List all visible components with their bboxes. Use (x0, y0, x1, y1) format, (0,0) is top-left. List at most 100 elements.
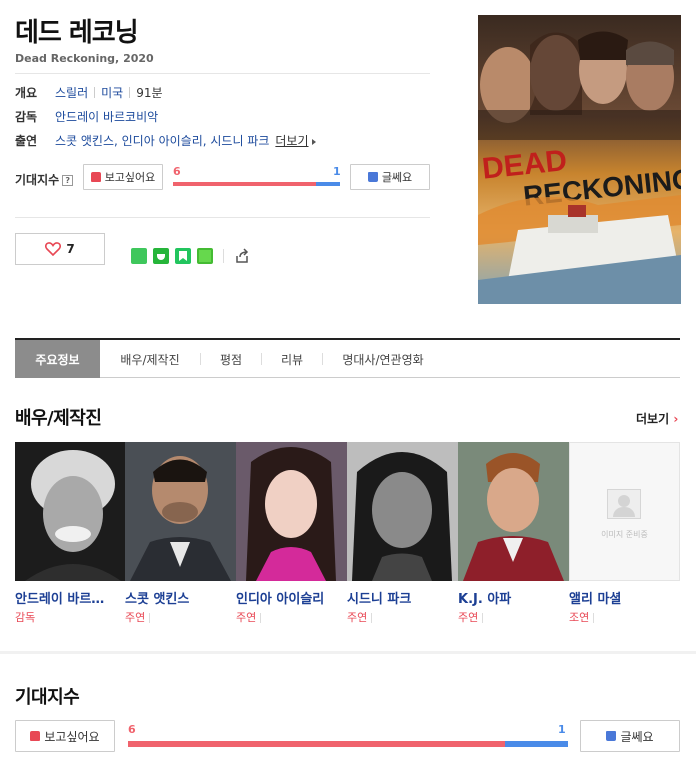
want-bar (173, 182, 317, 186)
meh-bar (505, 741, 568, 747)
cast-name-6[interactable]: 앨리 마셜 (569, 588, 677, 607)
cast-photo-5[interactable] (458, 442, 569, 581)
cast-role-1: 감독 (15, 609, 35, 625)
movie-original-title: Dead Reckoning, 2020 (15, 52, 154, 65)
cast-role-3: 주연 (236, 609, 262, 625)
want-bar (128, 741, 506, 747)
like-button[interactable]: 7 (15, 233, 105, 265)
section-divider (0, 651, 696, 654)
movie-poster[interactable]: DEAD RECKONING (478, 15, 681, 304)
chevron-right-icon: › (673, 412, 679, 426)
thumbs-up-icon (90, 172, 101, 182)
memo-icon[interactable] (197, 248, 213, 264)
overview-row: 개요 스릴러 미국 91분 (15, 84, 163, 101)
divider (149, 613, 151, 623)
triangle-right-icon (311, 138, 316, 145)
divider (129, 87, 131, 98)
placeholder-image-icon (607, 489, 641, 519)
thumbs-down-icon (367, 172, 378, 182)
expectation-bar (173, 182, 340, 186)
cast-photo-3[interactable] (236, 442, 347, 581)
share-icons (131, 248, 250, 264)
placeholder-body-shape (613, 507, 635, 517)
person-photo (15, 442, 125, 581)
cast-more-text: 더보기 (275, 134, 309, 148)
expectation-label: 기대지수 (15, 173, 60, 187)
help-icon[interactable]: ? (62, 175, 74, 186)
want-to-see-label: 보고싶어요 (44, 729, 100, 744)
cast-links[interactable]: 스콧 앳킨스, 인디아 아이슬리, 시드니 파크 (55, 132, 269, 149)
divider (223, 249, 224, 263)
cast-role-text: 주연 (458, 611, 479, 624)
overview-label: 개요 (15, 86, 38, 100)
cast-role-5: 주연 (458, 609, 484, 625)
thumbs-up-icon (30, 731, 41, 741)
tab-cast-crew[interactable]: 배우/제작진 (100, 340, 200, 378)
no-image-text: 이미지 준비중 (601, 530, 648, 539)
want-to-see-label: 보고싶어요 (104, 171, 156, 184)
cast-photo-4[interactable] (347, 442, 458, 581)
meh-button-large[interactable]: 글쎄요 (580, 720, 680, 752)
director-link[interactable]: 안드레이 바르코비악 (55, 108, 158, 125)
person-photo (458, 442, 569, 581)
director-label: 감독 (15, 110, 38, 124)
cast-role-text: 주연 (125, 611, 146, 624)
cast-role-text: 조연 (569, 611, 590, 624)
want-count: 6 (173, 165, 181, 178)
band-icon[interactable] (131, 248, 147, 264)
release-year: 2020 (123, 52, 154, 65)
expectation-label-wrap: 기대지수? (15, 171, 74, 188)
person-photo (125, 442, 236, 581)
divider (371, 613, 373, 623)
country-link[interactable]: 미국 (101, 84, 123, 101)
blog-icon[interactable] (175, 248, 191, 264)
cast-name-5[interactable]: K.J. 아파 (458, 588, 566, 607)
cast-section-more[interactable]: 더보기 › (636, 410, 678, 427)
tab-rating[interactable]: 평점 (201, 340, 261, 378)
cast-photo-2[interactable] (125, 442, 236, 581)
want-to-see-button[interactable]: 보고싶어요 (83, 164, 163, 190)
cast-section-more-text: 더보기 (636, 412, 670, 426)
share-icon[interactable] (234, 248, 250, 264)
person-photo (347, 442, 458, 581)
person-photo (236, 442, 347, 581)
meh-bar (316, 182, 340, 186)
director-row: 감독 안드레이 바르코비악 (15, 108, 158, 125)
tab-review[interactable]: 리뷰 (262, 340, 322, 378)
genre-link[interactable]: 스릴러 (55, 84, 88, 101)
cast-role-4: 주연 (347, 609, 373, 625)
cast-name-2[interactable]: 스콧 앳킨스 (125, 588, 233, 607)
cast-more-link[interactable]: 더보기 (275, 132, 316, 149)
divider (15, 217, 430, 218)
cast-photo-1[interactable] (15, 442, 125, 581)
cast-name-3[interactable]: 인디아 아이슬리 (236, 588, 344, 607)
divider (260, 613, 262, 623)
cast-role-2: 주연 (125, 609, 151, 625)
tab-main-info[interactable]: 주요정보 (15, 340, 100, 378)
cast-name-4[interactable]: 시드니 파크 (347, 588, 455, 607)
cast-role-6: 조연 (569, 609, 595, 625)
cafe-icon[interactable] (153, 248, 169, 264)
expectation-bar-large (128, 741, 568, 747)
cast-name-1[interactable]: 안드레이 바르… (15, 588, 123, 607)
meh-button[interactable]: 글쎄요 (350, 164, 430, 190)
meh-label: 글쎄요 (620, 729, 654, 744)
tab-bar: 주요정보 배우/제작진 평점 리뷰 명대사/연관영화 (15, 338, 680, 378)
heart-icon (45, 242, 62, 256)
cast-section-title: 배우/제작진 (15, 408, 102, 429)
divider (94, 87, 96, 98)
like-count: 7 (66, 242, 75, 256)
cast-row: 출연 스콧 앳킨스, 인디아 아이슬리, 시드니 파크 더보기 (15, 132, 316, 149)
cast-label: 출연 (15, 134, 38, 148)
runtime: 91분 (136, 86, 163, 100)
original-title-text: Dead Reckoning, (15, 52, 120, 65)
divider (593, 613, 595, 623)
want-to-see-button-large[interactable]: 보고싶어요 (15, 720, 115, 752)
cast-photo-6[interactable]: 이미지 준비중 (569, 442, 680, 581)
tab-quotes-related[interactable]: 명대사/연관영화 (323, 340, 443, 378)
placeholder-head-shape (618, 495, 630, 507)
meh-label: 글쎄요 (381, 171, 413, 184)
want-count-large: 6 (128, 723, 136, 736)
expect-section-title: 기대지수 (15, 687, 80, 708)
movie-title: 데드 레코닝 (15, 18, 139, 48)
